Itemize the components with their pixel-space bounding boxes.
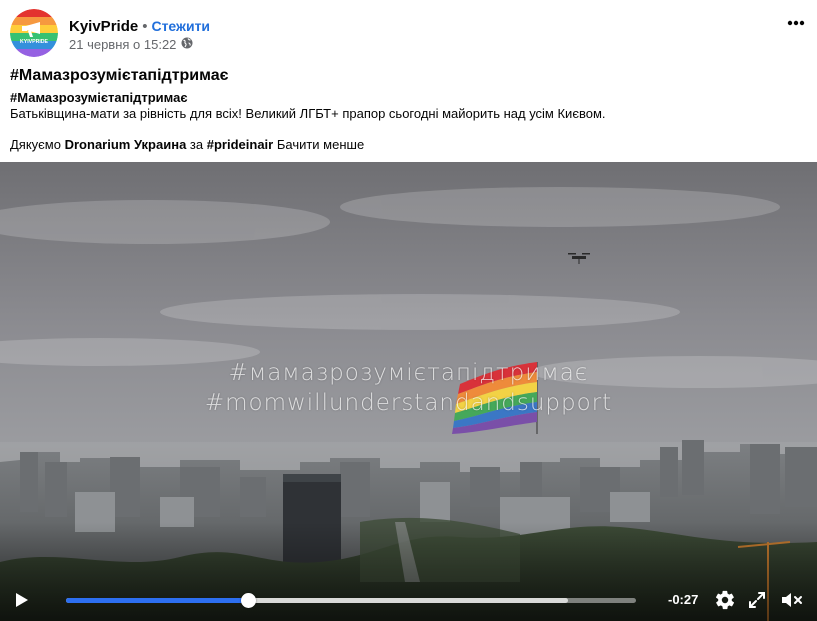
dronarium-link[interactable]: Dronarium Украина <box>65 137 187 152</box>
mute-button[interactable] <box>779 589 803 611</box>
follow-button[interactable]: Стежити <box>151 18 210 34</box>
remaining-time: -0:27 <box>668 592 699 607</box>
more-horizontal-icon <box>787 20 805 26</box>
play-button[interactable] <box>12 590 32 610</box>
settings-button[interactable] <box>714 589 736 611</box>
gear-icon <box>715 590 735 610</box>
post-timestamp[interactable]: 21 червня о 15:22 <box>69 37 176 53</box>
post-body-line: Батьківщина-мати за рівність для всіх! В… <box>10 106 606 121</box>
post-body: #Мамазрозумієтапідтримає Батьківщина-мат… <box>10 90 810 153</box>
post-header: KYIVPRIDE KyivPride • Стежити 21 червня о … <box>0 0 817 66</box>
see-less-button[interactable]: Бачити менше <box>277 137 364 152</box>
fullscreen-icon <box>749 592 765 608</box>
avatar-logo-text: KYIVPRIDE <box>20 39 49 45</box>
more-options-button[interactable] <box>783 10 809 36</box>
author-line: KyivPride • Стежити <box>69 17 210 36</box>
thanks-line: Дякуємо Dronarium Украина за #prideinair… <box>10 137 810 153</box>
dot-separator: • <box>142 18 148 35</box>
post-title: #Мамазрозумієтапідтримає <box>10 67 229 84</box>
progress-bar[interactable] <box>66 593 636 608</box>
thanks-mid: за <box>189 137 204 152</box>
thanks-prefix: Дякуємо <box>10 137 61 152</box>
speaker-muted-icon <box>782 593 802 607</box>
fullscreen-button[interactable] <box>747 590 767 610</box>
page-avatar[interactable]: KYIVPRIDE <box>10 9 58 57</box>
played-bar <box>66 598 249 603</box>
prideinair-hashtag-link[interactable]: #prideinair <box>207 137 273 152</box>
progress-scrubber[interactable] <box>241 593 257 608</box>
hashtag-link[interactable]: #Мамазрозумієтапідтримає <box>10 90 810 106</box>
globe-icon <box>181 37 193 53</box>
post-meta: 21 червня о 15:22 <box>69 37 193 53</box>
video-controls: -0:27 <box>0 162 817 621</box>
kyivpride-logo: KYIVPRIDE <box>10 9 58 57</box>
play-icon <box>16 593 28 607</box>
video-player[interactable]: #мамазрозумієтапідтримає #momwillunderst… <box>0 162 817 621</box>
page-name-link[interactable]: KyivPride <box>69 18 138 35</box>
